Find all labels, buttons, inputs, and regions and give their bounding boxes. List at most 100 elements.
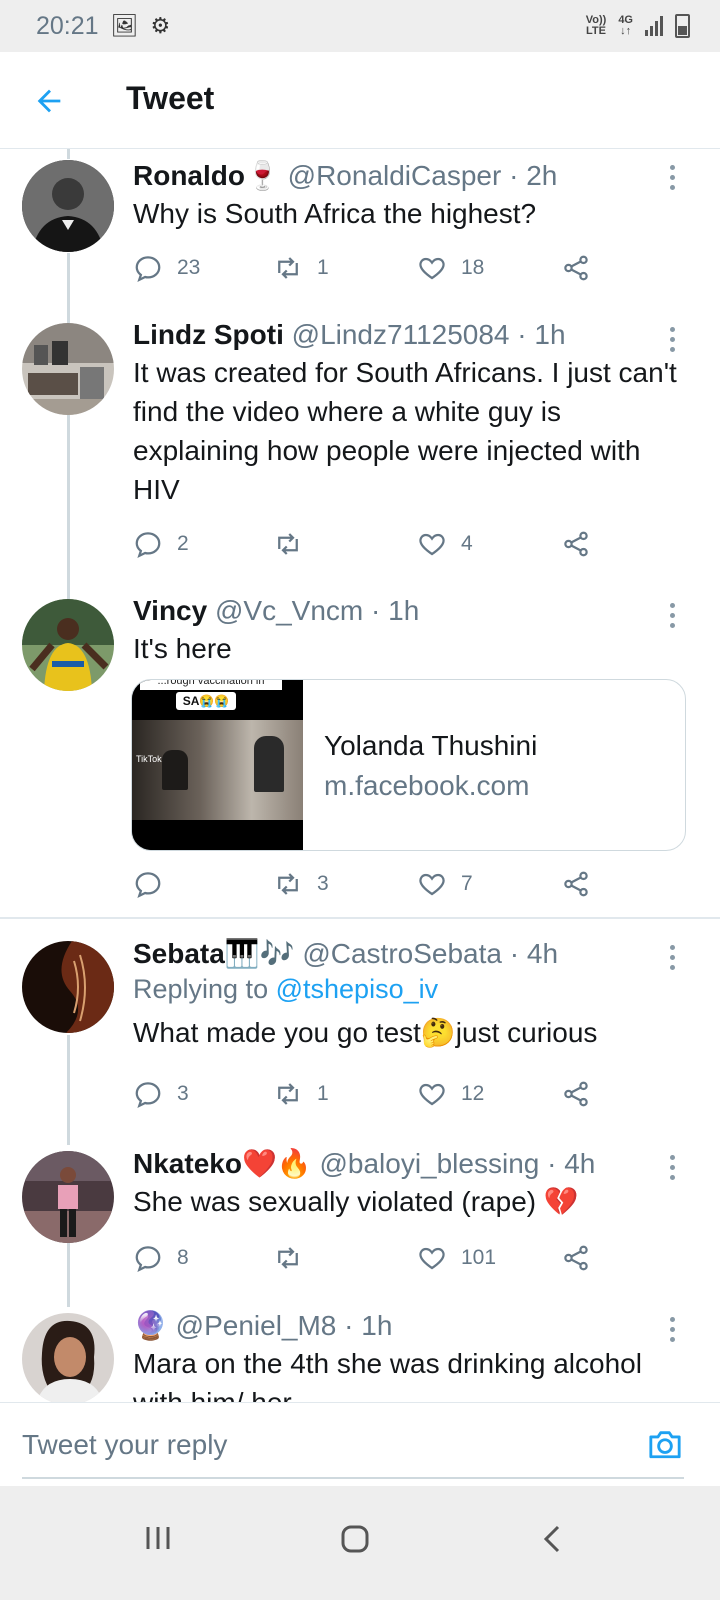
thread-line	[67, 1035, 70, 1145]
reply-button[interactable]: 2	[133, 527, 189, 561]
share-button[interactable]	[561, 527, 591, 561]
page-title: Tweet	[126, 80, 215, 116]
author-name[interactable]: Ronaldo	[133, 160, 245, 191]
battery-icon	[675, 14, 690, 38]
retweet-button[interactable]	[273, 1241, 317, 1275]
author-name[interactable]: Sebata	[133, 938, 225, 969]
tweet-actions: 2 4	[133, 527, 613, 561]
author-name[interactable]: Vincy	[133, 595, 207, 626]
tweet-feed[interactable]: Ronaldo🍷 @RonaldiCasper · 2h Why is Sout…	[0, 149, 720, 1428]
reply-bar: Tweet your reply	[0, 1402, 720, 1487]
reply-count: 2	[177, 532, 189, 555]
tweet-actions: 8 101	[133, 1241, 613, 1275]
avatar[interactable]	[22, 1151, 114, 1243]
system-navigation-bar	[0, 1486, 720, 1600]
tweet-text: She was sexually violated (rape) 💔	[133, 1186, 579, 1217]
author-emoji: 🎹🎶	[224, 938, 295, 969]
reply-button[interactable]: 23	[133, 251, 200, 285]
reply-button[interactable]: 8	[133, 1241, 189, 1275]
share-icon	[564, 871, 588, 897]
settings-gear-icon: ⚙	[150, 13, 171, 38]
reply-icon	[135, 1246, 161, 1273]
retweet-icon	[278, 257, 298, 279]
retweet-button[interactable]: 3	[273, 867, 329, 901]
like-button[interactable]: 7	[417, 867, 473, 901]
reply-icon	[135, 1082, 161, 1109]
thumbnail-caption: ...rough vaccination in	[140, 680, 282, 690]
like-count: 12	[461, 1082, 485, 1105]
share-button[interactable]	[561, 1077, 591, 1111]
reply-icon	[135, 256, 161, 283]
retweet-button[interactable]	[273, 527, 317, 561]
thread-line	[67, 253, 70, 323]
author-name[interactable]: Nkateko	[133, 1148, 242, 1179]
author-handle[interactable]: @Peniel_M8	[176, 1310, 337, 1341]
heart-icon	[419, 1083, 445, 1106]
home-icon[interactable]	[340, 1524, 370, 1554]
more-vertical-icon[interactable]	[668, 327, 676, 352]
tweet-text: Why is South Africa the highest?	[133, 198, 537, 229]
author-name[interactable]: Lindz Spoti	[133, 319, 284, 350]
tweet-time: 4h	[526, 938, 559, 969]
author-handle[interactable]: @CastroSebata	[302, 938, 502, 969]
network-type-indicator: 4G ↓↑	[618, 14, 633, 37]
like-count: 18	[461, 256, 485, 279]
author-handle[interactable]: @Vc_Vncm	[215, 595, 363, 626]
camera-icon[interactable]	[646, 1427, 684, 1461]
avatar[interactable]	[22, 160, 114, 252]
share-button[interactable]	[561, 251, 591, 285]
reply-count: 23	[177, 256, 201, 279]
heart-icon	[419, 533, 445, 556]
tweet-time: 1h	[361, 1310, 393, 1341]
top-app-bar: Tweet	[0, 52, 720, 149]
status-bar: 20:21 🖼 ⚙ Vo)) LTE 4G ↓↑	[0, 0, 720, 52]
more-vertical-icon[interactable]	[668, 1155, 676, 1180]
share-button[interactable]	[561, 867, 591, 901]
heart-icon	[419, 873, 445, 896]
like-button[interactable]: 18	[417, 251, 484, 285]
mention-link[interactable]: @tshepiso_iv	[276, 974, 439, 1004]
reply-input[interactable]: Tweet your reply	[22, 1429, 227, 1461]
recent-apps-icon[interactable]	[144, 1524, 172, 1552]
like-button[interactable]: 12	[417, 1077, 484, 1111]
thumbnail-brand: TikTok	[136, 754, 162, 764]
tweet-time: 4h	[564, 1148, 596, 1179]
share-icon	[564, 1081, 588, 1107]
like-button[interactable]: 101	[417, 1241, 496, 1275]
author-handle[interactable]: @RonaldiCasper	[288, 160, 502, 191]
avatar[interactable]	[22, 599, 114, 691]
tweet-actions: 23 1 18	[133, 251, 613, 285]
replying-to: Replying to @tshepiso_iv	[133, 974, 439, 1004]
retweet-icon	[278, 873, 298, 895]
more-vertical-icon[interactable]	[668, 603, 676, 628]
share-icon	[564, 1245, 588, 1271]
retweet-button[interactable]: 1	[273, 251, 329, 285]
avatar[interactable]	[22, 941, 114, 1033]
thread-line	[67, 149, 70, 159]
back-nav-icon[interactable]	[540, 1524, 564, 1554]
more-vertical-icon[interactable]	[668, 945, 676, 970]
more-vertical-icon[interactable]	[668, 165, 676, 190]
volte-indicator: Vo)) LTE	[585, 14, 607, 37]
share-button[interactable]	[561, 1241, 591, 1275]
tweet-time: 1h	[388, 595, 420, 626]
tweet-text: It's here	[133, 633, 232, 664]
like-button[interactable]: 4	[417, 527, 473, 561]
author-handle[interactable]: @Lindz71125084	[292, 319, 510, 350]
avatar[interactable]	[22, 323, 114, 415]
tweet-time: 2h	[526, 160, 558, 191]
share-icon	[564, 531, 588, 557]
link-preview-card[interactable]: ...rough vaccination in SA😭😭 TikTok Yola…	[131, 679, 686, 851]
more-vertical-icon[interactable]	[668, 1317, 676, 1342]
back-arrow-icon[interactable]	[32, 84, 66, 118]
author-emoji: ❤️🔥	[241, 1148, 312, 1179]
tweet-text: It was created for South Africans. I jus…	[133, 357, 677, 505]
link-preview-title: Yolanda Thushini	[324, 730, 538, 761]
reply-button[interactable]	[133, 867, 177, 901]
author-handle[interactable]: @baloyi_blessing	[319, 1148, 539, 1179]
author-emoji: 🍷	[245, 160, 280, 191]
retweet-button[interactable]: 1	[273, 1077, 329, 1111]
avatar[interactable]	[22, 1313, 114, 1405]
like-count: 4	[461, 532, 473, 555]
reply-button[interactable]: 3	[133, 1077, 189, 1111]
